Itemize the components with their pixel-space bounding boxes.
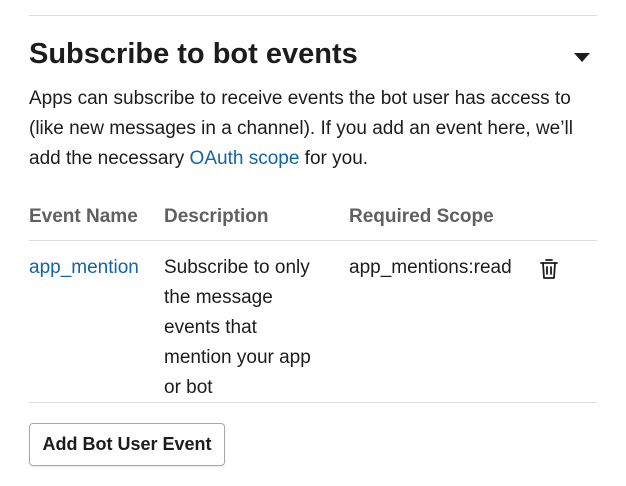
event-description-line: events that — [164, 317, 257, 338]
column-header-event-name: Event Name — [29, 206, 138, 227]
column-header-description: Description — [164, 206, 269, 227]
table-row: app_mention Subscribe to only the messag… — [0, 241, 626, 402]
caret-down-icon[interactable] — [572, 50, 592, 64]
event-description-line: mention your app — [164, 347, 311, 368]
description-text: for you. — [299, 148, 369, 169]
event-description-line: the message — [164, 287, 273, 308]
column-header-required-scope: Required Scope — [349, 206, 494, 227]
event-name-link[interactable]: app_mention — [29, 253, 139, 283]
description-line: (like new messages in a channel). If you… — [29, 118, 573, 139]
section-description: Apps can subscribe to receive events the… — [29, 84, 597, 174]
table-row-divider — [29, 402, 597, 403]
description-line: Apps can subscribe to receive events the… — [29, 88, 571, 109]
event-description: Subscribe to only the message events tha… — [164, 253, 334, 403]
description-text: add the necessary — [29, 148, 190, 169]
oauth-scope-link[interactable]: OAuth scope — [190, 148, 300, 169]
event-description-line: or bot — [164, 377, 213, 398]
top-divider — [29, 15, 597, 16]
add-bot-user-event-button[interactable]: Add Bot User Event — [29, 423, 225, 466]
section-title: Subscribe to bot events — [29, 38, 358, 70]
description-line: add the necessary OAuth scope for you. — [29, 144, 597, 174]
event-description-line: Subscribe to only — [164, 257, 310, 278]
trash-icon[interactable] — [538, 257, 560, 281]
required-scope: app_mentions:read — [349, 257, 512, 278]
